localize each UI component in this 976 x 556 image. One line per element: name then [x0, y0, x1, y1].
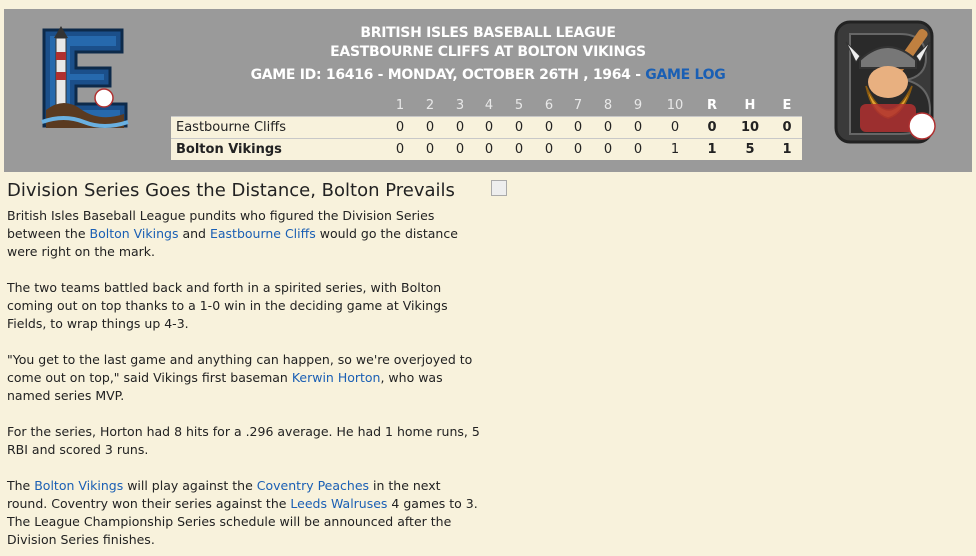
game-id-date: GAME ID: 16416 - MONDAY, OCTOBER 26TH , … — [250, 67, 646, 83]
runs-header: R — [706, 98, 717, 113]
inning-score: 0 — [514, 120, 524, 135]
news-article: Division Series Goes the Distance, Bolto… — [7, 180, 482, 556]
inning-score: 0 — [573, 142, 583, 157]
runs-total: 1 — [707, 142, 717, 157]
hits-header: H — [744, 98, 756, 113]
inning-score: 0 — [544, 120, 554, 135]
inning-header: 5 — [514, 98, 524, 113]
inning-header: 10 — [666, 98, 684, 113]
inning-header: 6 — [544, 98, 554, 113]
inning-score: 0 — [395, 142, 405, 157]
inning-header: 4 — [484, 98, 494, 113]
text-span: will play against the — [123, 478, 257, 493]
inning-header: 8 — [603, 98, 613, 113]
matchup-title: EASTBOURNE CLIFFS AT BOLTON VIKINGS — [330, 44, 646, 60]
errors-header: E — [782, 98, 792, 113]
runs-total: 0 — [707, 120, 717, 135]
inning-score: 0 — [633, 142, 643, 157]
text-span: and — [178, 226, 210, 241]
inning-header: 3 — [455, 98, 465, 113]
team-link-eastbourne-cliffs[interactable]: Eastbourne Cliffs — [210, 226, 316, 241]
article-paragraph: For the series, Horton had 8 hits for a … — [7, 424, 480, 457]
inning-score: 0 — [425, 142, 435, 157]
inning-header: 1 — [395, 98, 405, 113]
article-paragraph: The Bolton Vikings will play against the… — [7, 477, 482, 549]
inning-score: 0 — [603, 142, 613, 157]
errors-total: 1 — [782, 142, 792, 157]
inning-score: 0 — [425, 120, 435, 135]
linescore-box: 1 2 3 4 5 6 7 8 9 10 R H E Eastbourne Cl… — [171, 95, 802, 161]
inning-score: 0 — [544, 142, 554, 157]
errors-total: 0 — [782, 120, 792, 135]
player-link-kerwin-horton[interactable]: Kerwin Horton — [292, 370, 381, 385]
inning-score: 0 — [395, 120, 405, 135]
game-info: GAME ID: 16416 - MONDAY, OCTOBER 26TH , … — [0, 67, 976, 83]
home-team-name: Bolton Vikings — [176, 142, 282, 157]
linescore-row-away: Eastbourne Cliffs 0 0 0 0 0 0 0 0 0 0 0 … — [171, 116, 802, 138]
article-paragraph: "You get to the last game and anything c… — [7, 351, 482, 405]
inning-header: 9 — [633, 98, 643, 113]
hits-total: 5 — [745, 142, 755, 157]
inning-score: 0 — [633, 120, 643, 135]
away-team-name: Eastbourne Cliffs — [176, 120, 287, 135]
league-title: BRITISH ISLES BASEBALL LEAGUE — [360, 25, 616, 41]
team-link-coventry-peaches[interactable]: Coventry Peaches — [257, 478, 369, 493]
inning-header: 7 — [573, 98, 583, 113]
broken-image-icon — [491, 180, 507, 196]
inning-score: 0 — [484, 142, 494, 157]
inning-score: 0 — [514, 142, 524, 157]
hits-total: 10 — [740, 120, 760, 135]
linescore-row-home: Bolton Vikings 0 0 0 0 0 0 0 0 0 1 1 5 1 — [171, 138, 802, 160]
article-headline: Division Series Goes the Distance, Bolto… — [7, 180, 455, 201]
team-link-leeds-walruses[interactable]: Leeds Walruses — [290, 496, 387, 511]
team-link-bolton-vikings[interactable]: Bolton Vikings — [34, 478, 123, 493]
inning-header: 2 — [425, 98, 435, 113]
game-log-link[interactable]: GAME LOG — [645, 67, 725, 83]
article-paragraph: The two teams battled back and forth in … — [7, 280, 448, 331]
inning-score: 0 — [670, 120, 680, 135]
text-span: The — [7, 478, 35, 493]
linescore-header: 1 2 3 4 5 6 7 8 9 10 R H E — [171, 95, 802, 116]
inning-score: 1 — [670, 142, 680, 157]
team-link-bolton-vikings[interactable]: Bolton Vikings — [90, 226, 179, 241]
inning-score: 0 — [603, 120, 613, 135]
inning-score: 0 — [455, 142, 465, 157]
inning-score: 0 — [573, 120, 583, 135]
article-paragraph: British Isles Baseball League pundits wh… — [7, 207, 482, 261]
inning-score: 0 — [484, 120, 494, 135]
inning-score: 0 — [455, 120, 465, 135]
